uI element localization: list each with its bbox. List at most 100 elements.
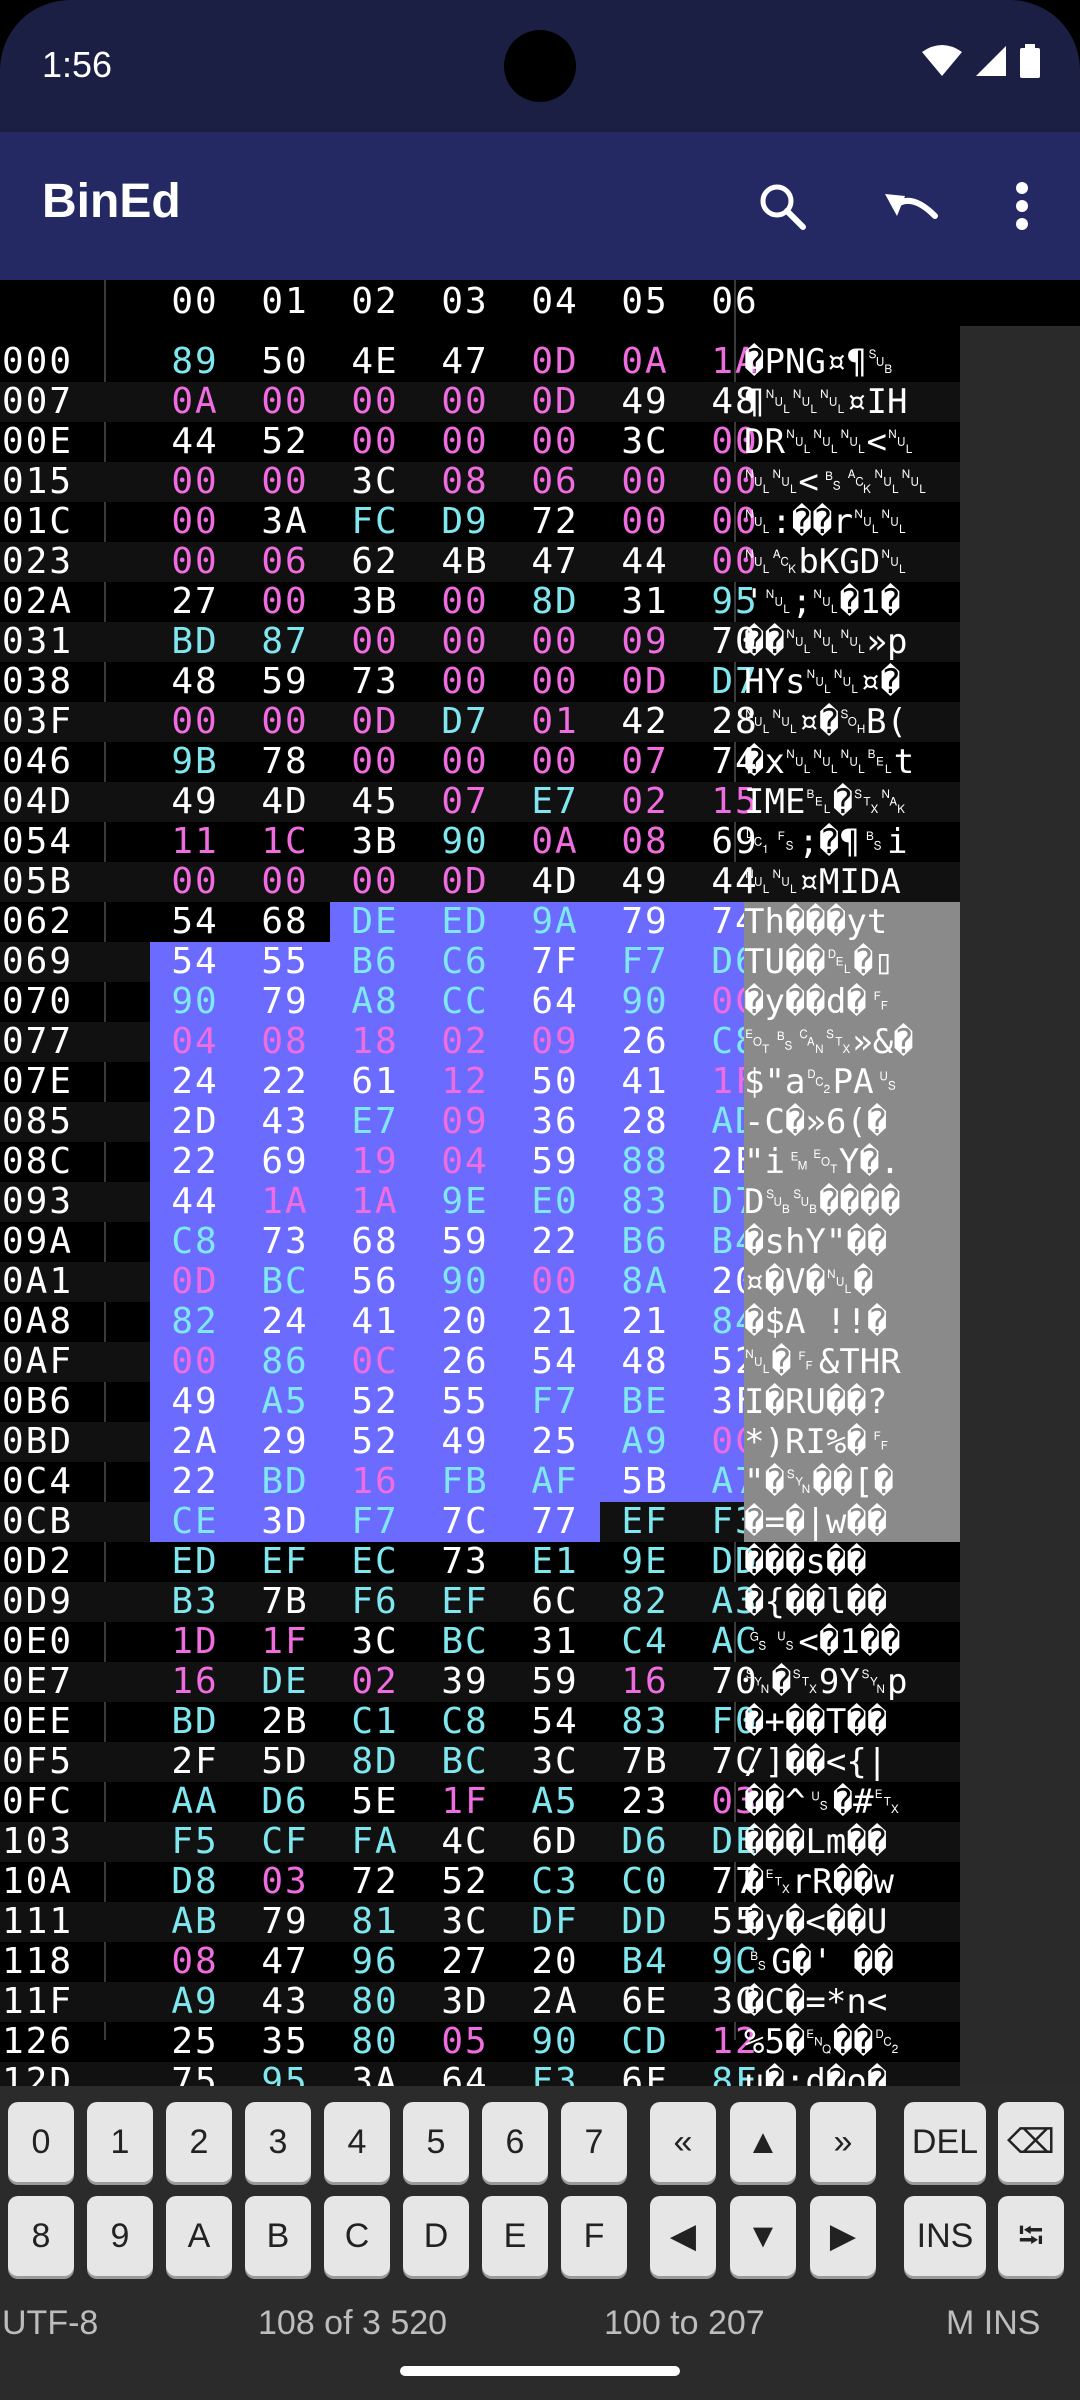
hex-byte[interactable]: B4 xyxy=(600,1942,690,1982)
hex-byte[interactable]: 59 xyxy=(240,662,330,702)
hex-byte[interactable]: 9B xyxy=(150,742,240,782)
hex-byte[interactable]: EC xyxy=(330,1542,420,1582)
hex-byte[interactable]: 00 xyxy=(420,622,510,662)
hex-byte[interactable]: DD xyxy=(600,1902,690,1942)
hex-byte[interactable]: 00 xyxy=(240,702,330,742)
hex-byte[interactable]: 62 xyxy=(330,542,420,582)
hex-byte[interactable]: 49 xyxy=(420,1422,510,1462)
hex-byte[interactable]: 00 xyxy=(510,742,600,782)
hex-byte[interactable]: 26 xyxy=(600,1022,690,1062)
hex-byte[interactable]: 27 xyxy=(150,582,240,622)
hex-byte[interactable]: 00 xyxy=(150,542,240,582)
text-preview[interactable]: ␖�␂9Y␖p xyxy=(744,1662,960,1702)
key-r2-11[interactable]: INS xyxy=(904,2196,986,2276)
hex-byte[interactable]: 31 xyxy=(510,1622,600,1662)
hex-byte[interactable]: 36 xyxy=(510,1102,600,1142)
hex-byte[interactable]: 7B xyxy=(240,1582,330,1622)
hex-byte[interactable]: F7 xyxy=(510,1382,600,1422)
hex-byte[interactable]: AB xyxy=(150,1902,240,1942)
key-r1-0[interactable]: 0 xyxy=(8,2102,74,2182)
key-r2-8[interactable]: ◀ xyxy=(650,2196,716,2276)
hex-byte[interactable]: 00 xyxy=(330,382,420,422)
hex-byte[interactable]: 08 xyxy=(240,1022,330,1062)
key-r1-5[interactable]: 5 xyxy=(403,2102,469,2182)
hex-byte[interactable]: 00 xyxy=(240,462,330,502)
key-r2-3[interactable]: B xyxy=(245,2196,311,2276)
hex-byte[interactable]: 29 xyxy=(240,1422,330,1462)
hex-byte[interactable]: 68 xyxy=(240,902,330,942)
hex-byte[interactable]: 01 xyxy=(510,702,600,742)
hex-byte[interactable]: 0D xyxy=(330,702,420,742)
hex-byte[interactable]: 0A xyxy=(510,822,600,862)
hex-byte[interactable]: B6 xyxy=(330,942,420,982)
text-preview[interactable]: �$A !!� xyxy=(744,1302,960,1342)
hex-byte[interactable]: 26 xyxy=(420,1342,510,1382)
hex-byte[interactable]: D6 xyxy=(600,1822,690,1862)
hex-byte[interactable]: 55 xyxy=(420,1382,510,1422)
hex-byte[interactable]: 00 xyxy=(510,662,600,702)
hex-byte[interactable]: 52 xyxy=(330,1382,420,1422)
hex-byte[interactable]: 25 xyxy=(150,2022,240,2062)
hex-byte[interactable]: 4C xyxy=(420,1822,510,1862)
hex-byte[interactable]: 0C xyxy=(330,1342,420,1382)
text-preview[interactable]: D␚␚���� xyxy=(744,1182,960,1222)
hex-byte[interactable]: 00 xyxy=(600,502,690,542)
text-preview[interactable]: �x␀␀␀␇t xyxy=(744,742,960,782)
hex-byte[interactable]: D8 xyxy=(150,1862,240,1902)
key-r2-1[interactable]: 9 xyxy=(87,2196,153,2276)
hex-byte[interactable]: 55 xyxy=(240,942,330,982)
hex-byte[interactable]: 11 xyxy=(150,822,240,862)
text-preview[interactable]: ␑␜;�¶␈i xyxy=(744,822,960,862)
hex-byte[interactable]: 24 xyxy=(150,1062,240,1102)
hex-byte[interactable]: 2D xyxy=(150,1102,240,1142)
text-preview[interactable]: �y��d�␌ xyxy=(744,982,960,1022)
hex-byte[interactable]: 09 xyxy=(420,1102,510,1142)
hex-byte[interactable]: 0D xyxy=(510,342,600,382)
hex-byte[interactable]: 47 xyxy=(510,542,600,582)
hex-byte[interactable]: 00 xyxy=(330,862,420,902)
text-preview[interactable]: '␀;␀�1� xyxy=(744,582,960,622)
hex-byte[interactable]: 49 xyxy=(600,382,690,422)
hex-byte[interactable]: C4 xyxy=(600,1622,690,1662)
hex-byte[interactable]: F6 xyxy=(330,1582,420,1622)
hex-byte[interactable]: FC xyxy=(330,502,420,542)
key-r1-11[interactable]: DEL xyxy=(904,2102,986,2182)
hex-byte[interactable]: 52 xyxy=(420,1862,510,1902)
text-preview[interactable]: �shY"�� xyxy=(744,1222,960,1262)
hex-byte[interactable]: 0D xyxy=(600,662,690,702)
hex-byte[interactable]: 75 xyxy=(150,2062,240,2087)
text-preview[interactable]: u�:d�o� xyxy=(744,2062,960,2086)
hex-byte[interactable]: 06 xyxy=(240,542,330,582)
hex-byte[interactable]: AA xyxy=(150,1782,240,1822)
hex-byte[interactable]: A5 xyxy=(510,1782,600,1822)
text-preview[interactable]: ␀␀¤�␁B( xyxy=(744,702,960,742)
hex-byte[interactable]: A8 xyxy=(330,982,420,1022)
hex-byte[interactable]: 00 xyxy=(240,862,330,902)
key-r1-6[interactable]: 6 xyxy=(482,2102,548,2182)
more-options-icon[interactable] xyxy=(990,174,1054,238)
hex-byte[interactable]: 2A xyxy=(510,1982,600,2022)
key-r2-2[interactable]: A xyxy=(166,2196,232,2276)
hex-byte[interactable]: C8 xyxy=(420,1702,510,1742)
hex-byte[interactable]: 3C xyxy=(330,1622,420,1662)
hex-byte[interactable]: 00 xyxy=(150,462,240,502)
key-r2-6[interactable]: E xyxy=(482,2196,548,2276)
hex-byte[interactable]: 3D xyxy=(420,1982,510,2022)
hex-byte[interactable]: ED xyxy=(420,902,510,942)
hex-byte[interactable]: F5 xyxy=(150,1822,240,1862)
text-preview[interactable]: -C�»6(� xyxy=(744,1102,960,1142)
hex-byte[interactable]: 24 xyxy=(240,1302,330,1342)
hex-byte[interactable]: DF xyxy=(510,1902,600,1942)
hex-byte[interactable]: 16 xyxy=(330,1462,420,1502)
hex-byte[interactable]: 00 xyxy=(420,382,510,422)
text-preview[interactable]: ���Lm�� xyxy=(744,1822,960,1862)
hex-byte[interactable]: C0 xyxy=(600,1862,690,1902)
hex-byte[interactable]: 22 xyxy=(150,1462,240,1502)
hex-byte[interactable]: 80 xyxy=(330,1982,420,2022)
hex-byte[interactable]: 02 xyxy=(330,1662,420,1702)
text-preview[interactable]: $"a␒PA␟ xyxy=(744,1062,960,1102)
hex-byte[interactable]: BD xyxy=(240,1462,330,1502)
hex-byte[interactable]: E0 xyxy=(510,1182,600,1222)
hex-byte[interactable]: 03 xyxy=(240,1862,330,1902)
hex-byte[interactable]: 00 xyxy=(330,622,420,662)
